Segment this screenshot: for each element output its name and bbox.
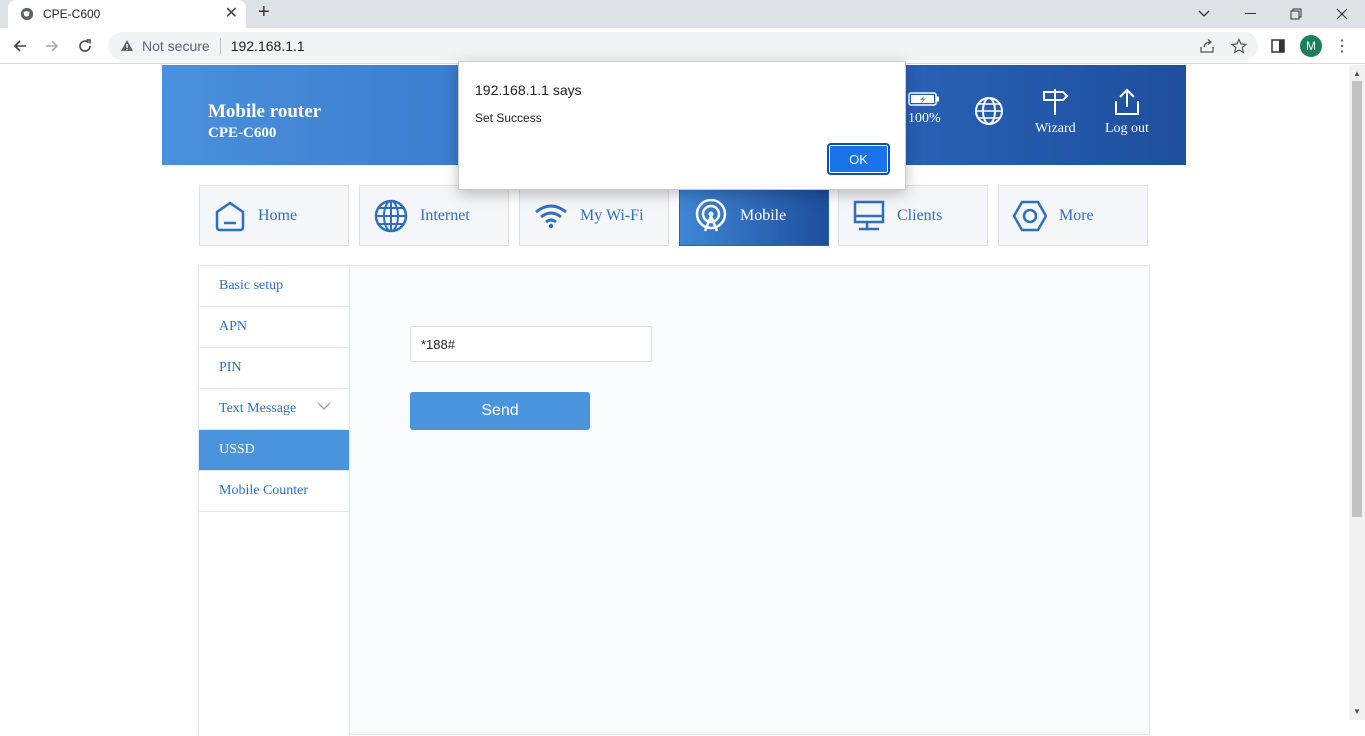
send-button[interactable]: Send <box>410 392 590 430</box>
back-icon[interactable] <box>10 36 30 56</box>
tab-more-label: More <box>1059 206 1094 224</box>
minimize-icon[interactable] <box>1227 0 1273 28</box>
tab-mobile[interactable]: Mobile <box>679 185 829 246</box>
profile-avatar[interactable]: M <box>1300 35 1322 57</box>
wifi-icon <box>535 204 567 228</box>
tab-clients-label: Clients <box>897 206 943 224</box>
share-icon[interactable] <box>1197 36 1217 56</box>
browser-tab-title: CPE-C600 <box>43 7 101 21</box>
sidebar-item-ussd[interactable]: USSD <box>199 430 349 471</box>
page-scrollbar[interactable]: ▲ ▼ <box>1349 65 1365 720</box>
tab-home-label: Home <box>258 206 298 224</box>
sidebar-item-pin[interactable]: PIN <box>199 348 349 389</box>
home-icon <box>215 200 245 231</box>
ok-button[interactable]: OK <box>827 143 890 175</box>
scroll-up-icon[interactable]: ▲ <box>1353 69 1361 78</box>
globe-icon <box>374 199 408 232</box>
sidebar-item-label: USSD <box>219 442 255 457</box>
chevron-down-icon <box>317 402 331 410</box>
sidebar-item-label: PIN <box>219 360 242 375</box>
restore-icon[interactable] <box>1273 0 1319 28</box>
tab-internet-label: Internet <box>420 206 470 224</box>
omnibox-divider <box>219 38 221 54</box>
tab-more[interactable]: More <box>998 185 1148 246</box>
wizard-label: Wizard <box>1035 121 1076 136</box>
signal-tower-icon <box>695 198 727 231</box>
reload-icon[interactable] <box>75 36 95 56</box>
browser-toolbar: Not secure 192.168.1.1 M ⋮ <box>0 28 1365 64</box>
logout-button[interactable]: Log out <box>1105 87 1149 137</box>
bookmark-star-icon[interactable] <box>1229 36 1249 56</box>
ussd-code-input[interactable] <box>410 326 652 362</box>
content-panel: Basic setup APN PIN Text Message USSD Mo… <box>198 265 1150 736</box>
dialog-message: Set Success <box>475 111 542 125</box>
sidebar-item-label: Mobile Counter <box>219 483 309 498</box>
monitor-icon <box>853 200 885 230</box>
battery-percent: 100% <box>908 111 941 126</box>
tab-internet[interactable]: Internet <box>359 185 509 246</box>
upload-logout-icon <box>1114 88 1139 115</box>
hexagon-icon <box>1013 200 1047 231</box>
globe-icon <box>975 97 1003 125</box>
warning-icon <box>121 40 133 51</box>
tab-home[interactable]: Home <box>199 185 349 246</box>
scrollbar-thumb[interactable] <box>1352 81 1362 517</box>
browser-tab-bar: CPE-C600 ✕ + <box>0 0 1365 28</box>
sidebar-item-apn[interactable]: APN <box>199 307 349 348</box>
language-button[interactable] <box>974 96 1004 130</box>
url-text[interactable]: 192.168.1.1 <box>231 38 305 54</box>
sidebar-item-label: Text Message <box>219 401 297 416</box>
sidebar-item-mobile-counter[interactable]: Mobile Counter <box>199 471 349 512</box>
sidebar-item-basic-setup[interactable]: Basic setup <box>199 266 349 307</box>
tab-my-wifi[interactable]: My Wi-Fi <box>519 185 669 246</box>
tab-clients[interactable]: Clients <box>838 185 988 246</box>
close-window-icon[interactable] <box>1319 0 1365 28</box>
signpost-icon <box>1043 89 1069 115</box>
new-tab-icon[interactable]: + <box>258 1 270 23</box>
tab-mobile-label: Mobile <box>740 206 787 224</box>
sidebar-item-label: APN <box>219 319 248 334</box>
security-label[interactable]: Not secure <box>142 38 210 54</box>
logout-label: Log out <box>1105 121 1149 136</box>
address-bar[interactable]: Not secure 192.168.1.1 <box>108 32 1258 60</box>
battery-status: 100% <box>908 91 941 127</box>
brand-model: CPE-C600 <box>208 125 277 141</box>
browser-tab[interactable]: CPE-C600 ✕ <box>8 0 246 28</box>
dialog-title: 192.168.1.1 says <box>475 82 582 98</box>
globe-favicon-icon <box>20 7 34 21</box>
tab-search-icon[interactable] <box>1181 0 1227 28</box>
close-tab-icon[interactable]: ✕ <box>225 4 238 24</box>
battery-icon <box>908 92 940 106</box>
side-panel-icon[interactable] <box>1268 36 1288 56</box>
sidebar-item-text-message[interactable]: Text Message <box>199 389 349 430</box>
tab-my-wifi-label: My Wi-Fi <box>580 206 644 224</box>
scroll-down-icon[interactable]: ▼ <box>1353 707 1361 716</box>
sidebar-item-label: Basic setup <box>219 278 284 293</box>
forward-icon[interactable] <box>42 36 62 56</box>
wizard-button[interactable]: Wizard <box>1035 87 1076 137</box>
sidebar: Basic setup APN PIN Text Message USSD Mo… <box>199 266 350 736</box>
alert-dialog: 192.168.1.1 says Set Success OK <box>458 61 906 190</box>
brand-title: Mobile router <box>208 101 322 122</box>
browser-menu-icon[interactable]: ⋮ <box>1334 36 1350 56</box>
